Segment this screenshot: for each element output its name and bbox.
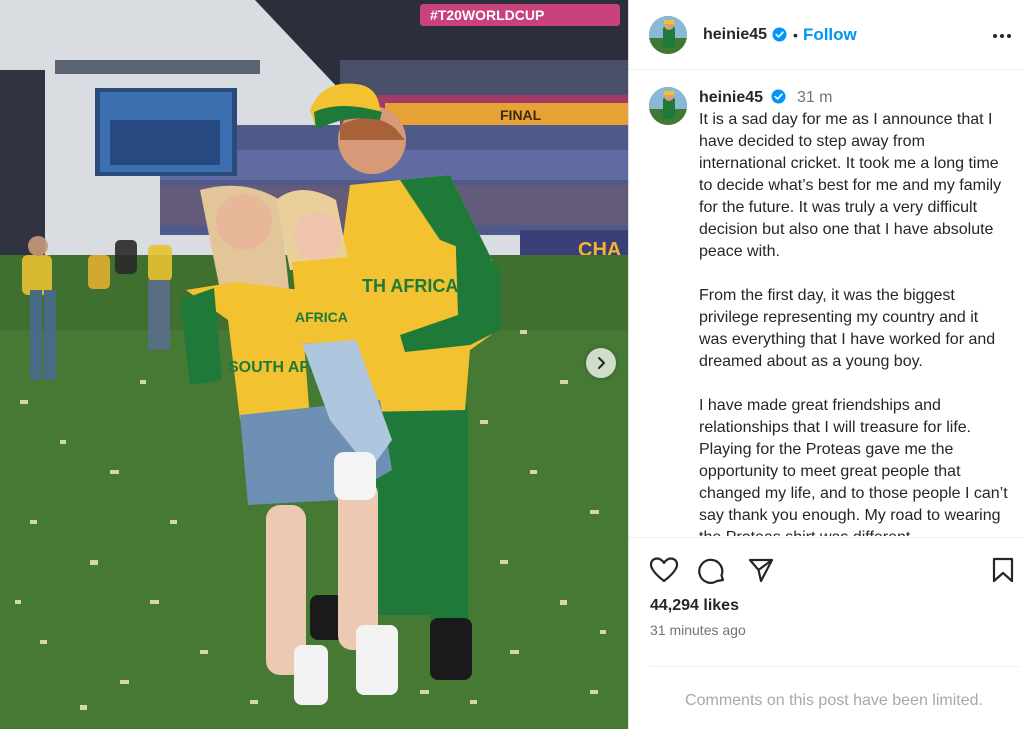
separator-dot: • (793, 26, 798, 43)
username[interactable]: heinie45 (703, 26, 767, 44)
bookmark-icon[interactable] (991, 556, 1015, 584)
caption-username[interactable]: heinie45 (699, 89, 763, 106)
man-jersey-text: TH AFRICA (362, 276, 458, 296)
woman-jersey-text: SOUTH AFR (228, 359, 321, 376)
stadium-banner-text: #T20WORLDCUP (430, 7, 544, 23)
next-image-button[interactable] (586, 348, 616, 378)
post-time[interactable]: 31 m (797, 89, 833, 106)
caption: heinie45 31 m It is a sad day for me as … (699, 87, 1009, 536)
more-options-icon[interactable] (991, 26, 1013, 46)
avatar-image (649, 15, 687, 54)
verified-badge-icon (771, 89, 787, 104)
post-actions: 44,294 likes 31 minutes ago Comments on … (629, 537, 1024, 729)
share-paper-plane-icon[interactable] (747, 556, 775, 584)
post-side-panel: heinie45 • Follow heinie45 31 m It is a … (628, 0, 1024, 729)
caption-paragraph: It is a sad day for me as I announce tha… (699, 111, 1002, 260)
comment-bubble-icon[interactable] (697, 556, 727, 586)
caption-text: It is a sad day for me as I announce tha… (699, 109, 1009, 536)
child-jersey-text: AFRICA (295, 309, 348, 325)
likes-count[interactable]: 44,294 likes (650, 597, 739, 615)
chevron-right-icon (598, 357, 605, 369)
caption-scroll-area[interactable]: heinie45 31 m It is a sad day for me as … (629, 71, 1024, 536)
caption-avatar[interactable] (649, 87, 687, 125)
avatar[interactable] (649, 15, 687, 54)
celebration-photo: #T20WORLDCUP FINAL CHA TH AFRICA SOUTH A… (0, 0, 628, 729)
comments-limited-notice: Comments on this post have been limited. (685, 692, 983, 709)
caption-paragraph: From the first day, it was the biggest p… (699, 287, 996, 370)
post-photo[interactable]: #T20WORLDCUP FINAL CHA TH AFRICA SOUTH A… (0, 0, 628, 729)
caption-paragraph: I have made great friendships and relati… (699, 397, 1008, 536)
verified-badge-icon (772, 27, 787, 42)
post-header: heinie45 • Follow (629, 0, 1024, 70)
heart-icon[interactable] (649, 556, 679, 584)
posted-ago[interactable]: 31 minutes ago (650, 622, 746, 638)
follow-button[interactable]: Follow (803, 25, 857, 45)
avatar-image (649, 87, 687, 125)
final-banner-text: FINAL (500, 107, 542, 123)
comments-section: Comments on this post have been limited. (649, 666, 1019, 731)
